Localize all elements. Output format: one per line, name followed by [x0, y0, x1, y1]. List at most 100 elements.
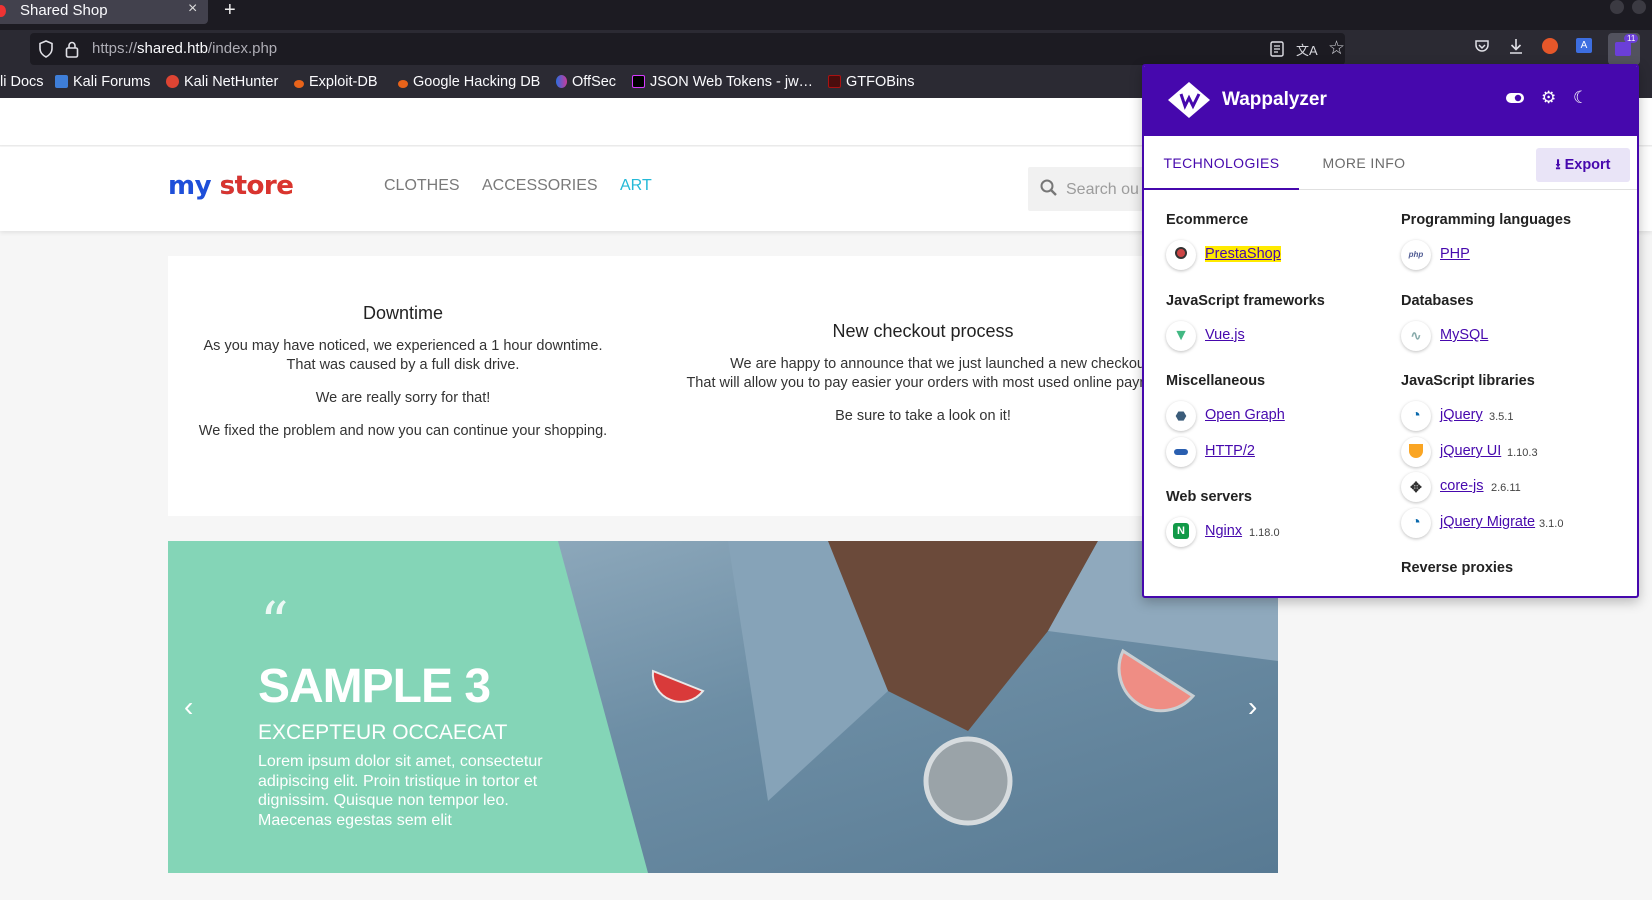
http2-icon	[1166, 437, 1196, 467]
tech-name[interactable]: Open Graph	[1205, 407, 1285, 423]
wappalyzer-small-icon	[1615, 42, 1631, 56]
maximize-window-button[interactable]	[1632, 0, 1646, 14]
wappalyzer-header: Wappalyzer ⚙ ☾	[1144, 66, 1637, 136]
jquery-icon: ◔	[1401, 401, 1431, 431]
wappalyzer-popup: Wappalyzer ⚙ ☾ TECHNOLOGIES MORE INFO ⭳ …	[1142, 64, 1639, 598]
tech-name[interactable]: Nginx	[1205, 523, 1242, 539]
browser-tab[interactable]: Shared Shop ×	[0, 0, 208, 24]
tech-name[interactable]: PrestaShop	[1205, 246, 1281, 262]
bookmark-exploit-db[interactable]: Exploit-DB	[294, 74, 378, 90]
settings-gear-icon[interactable]: ⚙	[1541, 88, 1556, 108]
php-icon: php	[1401, 240, 1431, 270]
downtime-title: Downtime	[362, 303, 444, 323]
url-text[interactable]: https://shared.htb/index.php	[92, 40, 277, 57]
category-databases: Databases	[1401, 293, 1474, 309]
category-reverse-proxies: Reverse proxies	[1401, 560, 1514, 576]
ghdb-favicon-icon	[398, 80, 408, 88]
store-logo[interactable]: my store	[168, 171, 294, 201]
extension-badge: 11	[1624, 34, 1639, 43]
dark-mode-moon-icon[interactable]: ☾	[1573, 88, 1588, 108]
bookmark-gtfobins[interactable]: GTFOBins	[828, 74, 914, 90]
slide-title: SAMPLE 3	[258, 660, 491, 713]
export-button[interactable]: ⭳ Export	[1536, 148, 1630, 182]
checkout-paragraph-1: We are happy to announce that we just la…	[686, 356, 1166, 391]
kali-forums-favicon-icon	[55, 75, 68, 88]
tech-name[interactable]: core-js	[1440, 478, 1484, 494]
carousel-prev-arrow-icon[interactable]: ‹	[184, 691, 193, 723]
browser-navigation-bar: https://shared.htb/index.php 文A ☆ A 11	[0, 30, 1652, 68]
tech-name[interactable]: jQuery	[1440, 407, 1483, 423]
download-icon: ⭳	[1555, 157, 1561, 173]
offsec-favicon-icon	[556, 75, 567, 88]
tech-name[interactable]: Vue.js	[1205, 327, 1245, 343]
search-placeholder: Search ou	[1066, 181, 1139, 198]
tech-name[interactable]: jQuery Migrate	[1440, 514, 1535, 530]
new-tab-button[interactable]: +	[224, 0, 236, 22]
category-miscellaneous: Miscellaneous	[1166, 373, 1266, 389]
downtime-paragraph-3: We fixed the problem and now you can con…	[198, 423, 608, 439]
tech-name[interactable]: PHP	[1440, 246, 1470, 262]
category-js-frameworks: JavaScript frameworks	[1166, 293, 1325, 309]
search-icon	[1040, 179, 1058, 202]
nethunter-favicon-icon	[166, 75, 179, 88]
nav-accessories[interactable]: ACCESSORIES	[482, 177, 598, 195]
lock-icon[interactable]	[64, 40, 80, 62]
tech-name[interactable]: jQuery UI	[1440, 443, 1501, 459]
news-cards: Downtime As you may have noticed, we exp…	[168, 256, 1278, 516]
address-bar[interactable]: https://shared.htb/index.php 文A ☆	[30, 33, 1345, 65]
checkout-title: New checkout process	[832, 322, 1014, 341]
bookmark-kali-forums[interactable]: Kali Forums	[55, 74, 150, 90]
category-programming-languages: Programming languages	[1401, 212, 1572, 228]
exploit-db-favicon-icon	[294, 80, 304, 88]
close-tab-icon[interactable]: ×	[188, 0, 197, 18]
tab-technologies[interactable]: TECHNOLOGIES	[1144, 136, 1299, 190]
category-web-servers: Web servers	[1166, 489, 1252, 505]
bookmark-google-hacking-db[interactable]: Google Hacking DB	[398, 74, 540, 90]
tech-version: 1.10.3	[1507, 447, 1538, 459]
tech-name[interactable]: HTTP/2	[1205, 443, 1255, 459]
wappalyzer-tabs: TECHNOLOGIES MORE INFO ⭳ Export	[1144, 136, 1637, 190]
vuejs-icon: ▼	[1166, 321, 1196, 351]
minimize-window-button[interactable]	[1610, 0, 1624, 14]
tech-version: 3.1.0	[1539, 518, 1564, 530]
bookmark-kali-nethunter[interactable]: Kali NetHunter	[166, 74, 278, 90]
downtime-paragraph-1: As you may have noticed, we experienced …	[203, 338, 603, 373]
translate-icon[interactable]: 文A	[1296, 40, 1318, 59]
download-icon[interactable]	[1508, 37, 1524, 59]
slide-body: Lorem ipsum dolor sit amet, consectetur …	[258, 753, 543, 829]
downtime-card: Downtime As you may have noticed, we exp…	[188, 304, 618, 455]
tech-version: 3.5.1	[1489, 411, 1514, 423]
nav-clothes[interactable]: CLOTHES	[384, 177, 460, 195]
foxyproxy-extension-icon[interactable]	[1542, 38, 1558, 54]
checkout-paragraph-2: Be sure to take a look on it!	[835, 408, 1011, 424]
pocket-icon[interactable]	[1474, 38, 1490, 58]
mysql-dolphin-icon: ∿	[1401, 321, 1431, 351]
open-graph-icon: ⬣	[1166, 401, 1196, 431]
jquery-ui-icon	[1401, 437, 1431, 467]
carousel-next-arrow-icon[interactable]: ›	[1248, 691, 1257, 723]
bookmark-json-web-tokens[interactable]: JSON Web Tokens - jw…	[632, 74, 813, 90]
toggle-icon[interactable]	[1505, 90, 1525, 110]
reader-view-icon[interactable]	[1270, 41, 1284, 61]
wappalyzer-extension-button[interactable]: 11	[1608, 33, 1640, 65]
quote-mark-icon: “	[260, 591, 289, 656]
category-js-libraries: JavaScript libraries	[1401, 373, 1535, 389]
category-ecommerce: Ecommerce	[1166, 212, 1249, 228]
tab-more-info[interactable]: MORE INFO	[1299, 136, 1429, 190]
bookmark-kali-docs[interactable]: li Docs	[0, 74, 44, 90]
checkout-card: New checkout process We are happy to ann…	[653, 322, 1193, 440]
wappalyzer-title: Wappalyzer	[1222, 89, 1327, 110]
shield-icon[interactable]	[38, 40, 54, 62]
bookmark-offsec[interactable]: OffSec	[556, 74, 616, 90]
gtfobins-favicon-icon	[828, 75, 841, 88]
tab-favicon-icon	[0, 5, 6, 17]
nav-art[interactable]: ART	[620, 177, 652, 195]
core-js-icon: ✥	[1401, 472, 1431, 502]
bookmark-star-icon[interactable]: ☆	[1328, 37, 1345, 60]
nginx-icon: N	[1166, 517, 1196, 547]
tab-title: Shared Shop	[20, 2, 108, 19]
jquery-migrate-icon: ◔	[1401, 508, 1431, 538]
homepage-carousel[interactable]: “ SAMPLE 3 EXCEPTEUR OCCAECAT Lorem ipsu…	[168, 541, 1278, 873]
translate-extension-icon[interactable]: A	[1576, 38, 1592, 53]
tech-name[interactable]: MySQL	[1440, 327, 1488, 343]
